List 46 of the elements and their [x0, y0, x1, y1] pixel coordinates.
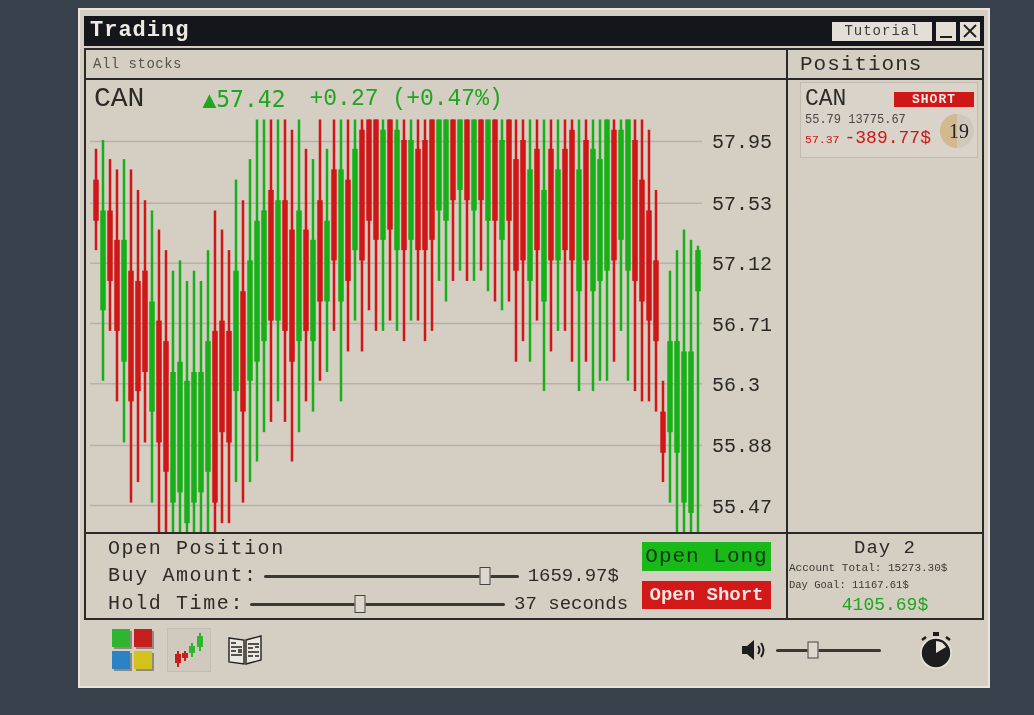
price-axis-label: 57.95 [712, 131, 772, 155]
volume-slider-thumb[interactable] [807, 641, 819, 659]
slider-value: 37 seconds [514, 594, 629, 614]
slider-thumb[interactable] [479, 567, 491, 585]
close-icon [963, 24, 977, 38]
stock-price: ▲57.42 [202, 87, 286, 111]
tiles-app-button[interactable] [111, 628, 155, 672]
section-title: Open Position [108, 539, 285, 559]
price-axis-label: 55.47 [712, 495, 772, 519]
stopwatch-icon[interactable] [919, 631, 953, 669]
tutorial-button[interactable]: Tutorial [832, 21, 932, 41]
stock-filter-label[interactable]: All stocks [93, 57, 182, 71]
colored-tiles-icon [112, 629, 154, 671]
speaker-icon[interactable] [741, 639, 767, 661]
open-short-button[interactable]: Open Short [642, 581, 771, 609]
position-card[interactable]: CAN SHORT 55.79 13775.67 57.37 -389.77$ 19 [800, 82, 978, 158]
slider-value: 1659.97$ [527, 566, 619, 586]
slider-thumb[interactable] [354, 595, 366, 613]
price-axis-label: 56.71 [712, 313, 772, 337]
chart-app-button[interactable] [167, 628, 211, 672]
position-side-badge: SHORT [894, 91, 974, 107]
minimize-icon [940, 35, 952, 38]
position-symbol: CAN [805, 86, 847, 112]
open-long-button[interactable]: Open Long [642, 542, 771, 571]
stock-change: +0.27 (+0.47%) [309, 87, 503, 111]
price-axis-label: 56.3 [712, 373, 760, 397]
positions-title: Positions [800, 53, 923, 75]
window-title: Trading [90, 20, 190, 42]
newspaper-icon [228, 635, 262, 665]
slider-label: Hold Time: [108, 594, 245, 614]
price-axis-label: 57.53 [712, 193, 772, 217]
minimize-button[interactable] [936, 21, 956, 41]
day-goal-text: Day Goal: 11167.61$ [788, 578, 909, 593]
countdown-seconds: 19 [948, 121, 969, 141]
price-axis-label: 55.88 [712, 435, 772, 459]
price-axis-label: 57.12 [712, 253, 772, 277]
position-current-price: 57.37 [805, 132, 840, 148]
position-profit: -389.77$ [844, 128, 931, 148]
position-entry-text: 55.79 13775.67 [805, 112, 907, 128]
day-title: Day 2 [854, 536, 916, 560]
slider-label: Buy Amount: [108, 566, 258, 586]
close-button[interactable] [960, 21, 980, 41]
goal-difference-text: 4105.69$ [841, 594, 929, 616]
account-total-text: Account Total: 15273.30$ [788, 561, 948, 576]
candlestick-chart-icon [173, 633, 205, 667]
stock-symbol: CAN [94, 85, 145, 113]
